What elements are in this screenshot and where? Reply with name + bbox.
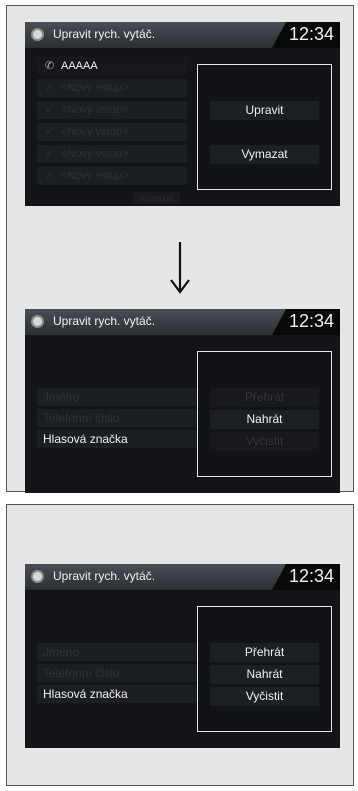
speed-dial-entry[interactable]: ✓ <Nový vstup>: [37, 145, 187, 163]
play-button[interactable]: Přehrát: [210, 643, 319, 662]
speed-dial-entry[interactable]: ✓ <Nový vstup>: [37, 123, 187, 141]
screen-header: Upravit rych. vytáč. 12:34: [25, 309, 340, 335]
edit-button[interactable]: Upravit: [210, 101, 319, 120]
check-icon: ✓: [45, 126, 55, 138]
background-delete-button: Vymazat: [133, 192, 180, 204]
clock-tab: 12:34: [272, 22, 340, 48]
voice-tag-options-popup: Přehrát Nahrát Vyčistit: [197, 606, 332, 732]
down-arrow-icon: [170, 242, 190, 294]
check-icon: ✓: [45, 104, 55, 116]
phone-number-field[interactable]: Telefonní číslo: [37, 664, 197, 682]
entry-label: <Nový vstup>: [61, 126, 129, 138]
voice-tag-field[interactable]: Hlasová značka: [37, 430, 197, 448]
settings-gear-icon: [33, 317, 42, 326]
entry-label: <Nový vstup>: [61, 148, 129, 160]
clock-tab: 12:34: [272, 564, 340, 590]
play-button[interactable]: Přehrát: [210, 388, 319, 407]
entry-label: <Nový vstup>: [61, 82, 129, 94]
clear-button[interactable]: Vyčistit: [210, 432, 319, 451]
speed-dial-entry[interactable]: ✓ <Nový vstup>: [37, 167, 187, 185]
name-field[interactable]: Jméno: [37, 388, 197, 406]
check-icon: ✓: [45, 170, 55, 182]
clock: 12:34: [288, 311, 334, 331]
clock: 12:34: [288, 24, 334, 44]
edit-options-popup: Upravit Vymazat: [197, 64, 332, 190]
phone-icon: ✆: [45, 60, 55, 72]
voice-tag-field[interactable]: Hlasová značka: [37, 685, 197, 703]
check-icon: ✓: [45, 148, 55, 160]
voice-tag-screen-record: Upravit rych. vytáč. 12:34 Jméno Telefon…: [25, 309, 340, 493]
speed-dial-entry[interactable]: ✓ <Nový vstup>: [37, 101, 187, 119]
settings-gear-icon: [33, 572, 42, 581]
clear-button[interactable]: Vyčistit: [210, 687, 319, 706]
screen-title: Upravit rych. vytáč.: [53, 27, 156, 41]
record-button[interactable]: Nahrát: [210, 665, 319, 684]
name-field[interactable]: Jméno: [37, 643, 197, 661]
check-icon: ✓: [45, 82, 55, 94]
speed-dial-list: ✆ AAAAA ✓ <Nový vstup> ✓ <Nový vstup> ✓ <Nov…: [37, 57, 187, 189]
delete-button[interactable]: Vymazat: [210, 145, 319, 164]
entry-label: <Nový vstup>: [61, 170, 129, 182]
entry-fields-list: Jméno Telefonní číslo Hlasová značka: [37, 388, 197, 451]
entry-fields-list: Jméno Telefonní číslo Hlasová značka: [37, 643, 197, 706]
speed-dial-entry[interactable]: ✆ AAAAA: [37, 57, 187, 75]
record-button[interactable]: Nahrát: [210, 410, 319, 429]
speed-dial-entry[interactable]: ✓ <Nový vstup>: [37, 79, 187, 97]
entry-label: AAAAA: [61, 60, 98, 72]
clock: 12:34: [288, 566, 334, 586]
settings-gear-icon: [33, 30, 42, 39]
phone-number-field[interactable]: Telefonní číslo: [37, 409, 197, 427]
clock-tab: 12:34: [272, 309, 340, 335]
screen-header: Upravit rych. vytáč. 12:34: [25, 22, 340, 48]
voice-tag-screen-full: Upravit rych. vytáč. 12:34 Jméno Telefon…: [25, 564, 340, 748]
screen-title: Upravit rych. vytáč.: [53, 569, 156, 583]
voice-tag-options-popup: Přehrát Nahrát Vyčistit: [197, 351, 332, 477]
speed-dial-list-screen: Upravit rych. vytáč. 12:34 ✆ AAAAA ✓ <Nový…: [25, 22, 340, 206]
screen-title: Upravit rych. vytáč.: [53, 314, 156, 328]
entry-label: <Nový vstup>: [61, 104, 129, 116]
screen-header: Upravit rych. vytáč. 12:34: [25, 564, 340, 590]
